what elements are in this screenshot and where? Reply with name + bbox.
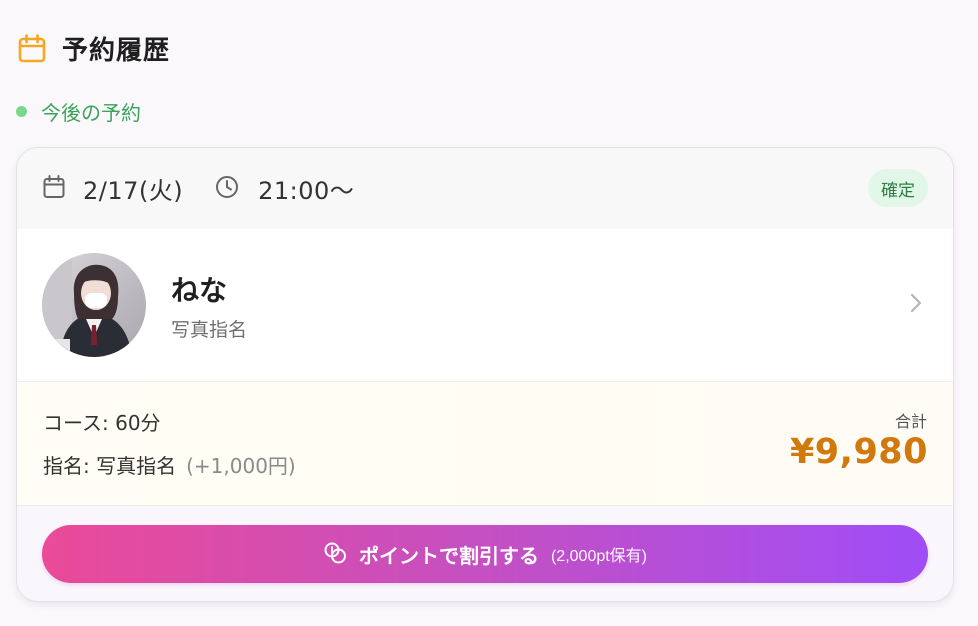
- cast-name: ねな: [171, 273, 228, 307]
- summary-details: コース: 60分 指名: 写真指名 (+1,000円): [43, 407, 296, 479]
- nomination-fee: (+1,000円): [186, 454, 296, 478]
- nomination-line: 指名: 写真指名 (+1,000円): [43, 450, 296, 479]
- calendar-icon: [18, 33, 46, 64]
- status-dot: [16, 106, 27, 117]
- coins-icon: [323, 542, 347, 567]
- point-discount-button[interactable]: ポイントで割引する (2,000pt保有): [42, 525, 928, 583]
- course-line: コース: 60分: [43, 411, 161, 435]
- price-summary: コース: 60分 指名: 写真指名 (+1,000円) 合計 ¥9,980: [17, 382, 953, 506]
- calendar-icon: [43, 174, 65, 203]
- avatar[interactable]: [42, 253, 146, 357]
- reservation-time: 21:00〜: [258, 177, 355, 205]
- reservation-card: 2/17(火) 21:00〜 確定 ねな 写真指名 コース: 60分 指名: 写…: [16, 147, 954, 602]
- chevron-right-icon[interactable]: [909, 292, 923, 318]
- clock-icon: [215, 175, 239, 203]
- cast-info: ねな 写真指名: [171, 269, 247, 342]
- page-title: 予約履歴: [62, 36, 171, 66]
- section-header: 予約履歴: [18, 30, 170, 67]
- nomination-type: 写真指名: [171, 318, 248, 341]
- upcoming-label: 今後の予約: [41, 101, 141, 125]
- action-area: ポイントで割引する (2,000pt保有): [17, 506, 953, 601]
- total-label: 合計: [894, 412, 927, 431]
- cast-row[interactable]: ねな 写真指名: [17, 229, 953, 382]
- status-badge: 確定: [868, 169, 928, 207]
- points-balance: (2,000pt保有): [550, 548, 648, 565]
- upcoming-header: 今後の予約: [16, 97, 141, 126]
- reservation-card-header: 2/17(火) 21:00〜 確定: [17, 148, 953, 229]
- total-price: ¥9,980: [789, 432, 928, 472]
- reservation-date: 2/17(火): [83, 177, 184, 205]
- nomination-text: 指名: 写真指名: [43, 454, 177, 478]
- point-discount-label: ポイントで割引する: [358, 545, 539, 568]
